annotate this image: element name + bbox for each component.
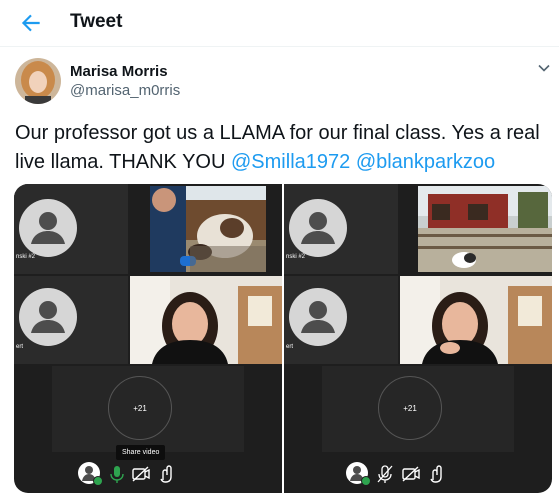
share-video-tooltip: Share video bbox=[116, 445, 166, 460]
author-name[interactable]: Marisa Morris bbox=[70, 63, 168, 80]
chevron-down-icon[interactable] bbox=[536, 60, 552, 76]
status-dot bbox=[93, 476, 103, 486]
video-call-screenshot[interactable]: nski #2 ert bbox=[14, 184, 282, 493]
participant-tile: ert bbox=[14, 276, 128, 364]
mention-link[interactable]: @Smilla1972 bbox=[231, 151, 350, 173]
top-bar: Tweet bbox=[0, 0, 559, 47]
participant-count: +21 bbox=[403, 404, 417, 413]
mention-link[interactable]: @blankparkzoo bbox=[356, 151, 495, 173]
participant-video-llama bbox=[418, 186, 552, 272]
tweet-text: Our professor got us a LLAMA for our fin… bbox=[15, 119, 550, 177]
back-arrow-icon[interactable] bbox=[18, 10, 44, 36]
camera-off-icon[interactable] bbox=[130, 463, 152, 485]
reactions-icon[interactable] bbox=[426, 463, 448, 485]
participant-video-llama bbox=[150, 186, 266, 272]
more-participants-area: +21 bbox=[322, 366, 514, 452]
participant-name: nski #2 bbox=[16, 254, 36, 260]
participant-video-professor bbox=[400, 276, 552, 364]
participant-count: +21 bbox=[133, 404, 147, 413]
status-dot bbox=[361, 476, 371, 486]
participant-tile: ert bbox=[284, 276, 398, 364]
person-placeholder-icon bbox=[19, 199, 77, 257]
camera-off-icon[interactable] bbox=[400, 463, 422, 485]
person-placeholder-icon bbox=[289, 199, 347, 257]
author-avatar[interactable] bbox=[15, 58, 61, 104]
participant-name: ert bbox=[16, 344, 24, 350]
tweet-media[interactable]: nski #2 ert +21 Share video nski #2 ert … bbox=[14, 184, 552, 493]
person-placeholder-icon bbox=[289, 288, 347, 346]
participant-tile: nski #2 bbox=[284, 184, 398, 274]
microphone-off-icon[interactable] bbox=[374, 463, 396, 485]
self-avatar[interactable] bbox=[78, 462, 103, 486]
person-placeholder-icon bbox=[19, 288, 77, 346]
microphone-icon[interactable] bbox=[106, 463, 128, 485]
reactions-icon[interactable] bbox=[156, 463, 178, 485]
participant-video-professor bbox=[130, 276, 282, 364]
author-handle[interactable]: @marisa_m0rris bbox=[70, 82, 180, 99]
more-participants-ring[interactable]: +21 bbox=[378, 376, 442, 440]
participant-name: nski #2 bbox=[286, 254, 306, 260]
self-avatar[interactable] bbox=[346, 462, 371, 486]
participant-tile: nski #2 bbox=[14, 184, 128, 274]
video-call-screenshot[interactable]: nski #2 ert bbox=[284, 184, 552, 493]
page-title: Tweet bbox=[70, 11, 123, 32]
more-participants-area: +21 bbox=[52, 366, 244, 452]
participant-name: ert bbox=[286, 344, 294, 350]
more-participants-ring[interactable]: +21 bbox=[108, 376, 172, 440]
